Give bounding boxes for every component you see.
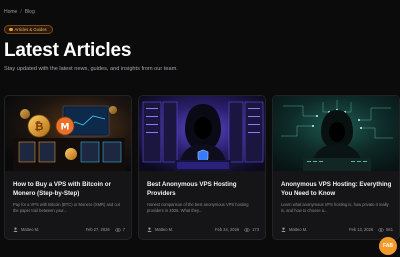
breadcrumb-home-link[interactable]: Home: [4, 9, 17, 15]
article-title[interactable]: How to Buy a VPS with Bitcoin or Monero …: [13, 180, 129, 198]
article-date: Feb 24, 2026: [215, 227, 240, 232]
user-icon: [147, 227, 152, 232]
breadcrumb: Home / Blog: [4, 9, 35, 15]
hooded-figure-image: [273, 96, 399, 171]
article-thumbnail[interactable]: [273, 96, 399, 171]
svg-text:₿: ₿: [35, 120, 44, 133]
article-meta: Matteo M. Feb 27, 2026 7: [13, 227, 125, 232]
article-views: 7: [114, 227, 125, 232]
book-icon: [9, 27, 13, 32]
user-icon: [281, 227, 286, 232]
article-date: Feb 13, 2026: [349, 227, 374, 232]
article-description: Honest comparison of the best anonymous …: [147, 202, 249, 213]
user-icon: [13, 227, 18, 232]
article-author: Matteo M.: [13, 227, 86, 232]
breadcrumb-current: Blog: [24, 9, 35, 15]
crypto-coins-image: ₿ M: [5, 96, 131, 171]
article-card[interactable]: ₿ M How to Buy a VPS with Bitcoin or Mon…: [4, 95, 132, 240]
article-card[interactable]: Best Anonymous VPS Hosting Providers Hon…: [138, 95, 266, 240]
view-count: 7: [122, 227, 125, 232]
article-views: 561: [378, 227, 393, 232]
page-subtitle: Stay updated with the latest news, guide…: [4, 66, 178, 72]
article-title[interactable]: Anonymous VPS Hosting: Everything You Ne…: [281, 180, 397, 198]
eye-icon: [114, 227, 121, 232]
article-meta: Matteo M. Feb 13, 2026 561: [281, 227, 393, 232]
page-title: Latest Articles: [4, 40, 132, 61]
author-name: Matteo M.: [21, 227, 40, 232]
badge-label: Articles & Guides: [14, 27, 47, 32]
view-count: 173: [252, 227, 259, 232]
article-author: Matteo M.: [147, 227, 215, 232]
breadcrumb-separator: /: [20, 9, 22, 15]
article-description: Pay for a VPS with Bitcoin (BTC) or Mone…: [13, 202, 120, 213]
floating-action-button[interactable]: FAB: [379, 237, 397, 255]
hooded-hacker-image: [139, 96, 265, 171]
article-author: Matteo M.: [281, 227, 349, 232]
article-views: 173: [244, 227, 259, 232]
category-badge: Articles & Guides: [4, 25, 53, 34]
article-title[interactable]: Best Anonymous VPS Hosting Providers: [147, 180, 263, 198]
article-meta: Matteo M. Feb 24, 2026 173: [147, 227, 259, 232]
article-date: Feb 27, 2026: [85, 227, 110, 232]
article-list: ₿ M How to Buy a VPS with Bitcoin or Mon…: [4, 95, 400, 240]
article-card[interactable]: Anonymous VPS Hosting: Everything You Ne…: [272, 95, 400, 240]
article-description: Learn what anonymous VPS hosting is, how…: [281, 202, 389, 213]
author-name: Matteo M.: [289, 227, 308, 232]
article-thumbnail[interactable]: [139, 96, 265, 171]
article-thumbnail[interactable]: ₿ M: [5, 96, 131, 171]
eye-icon: [244, 227, 251, 232]
svg-text:M: M: [61, 123, 70, 133]
author-name: Matteo M.: [155, 227, 174, 232]
view-count: 561: [386, 227, 393, 232]
eye-icon: [378, 227, 385, 232]
